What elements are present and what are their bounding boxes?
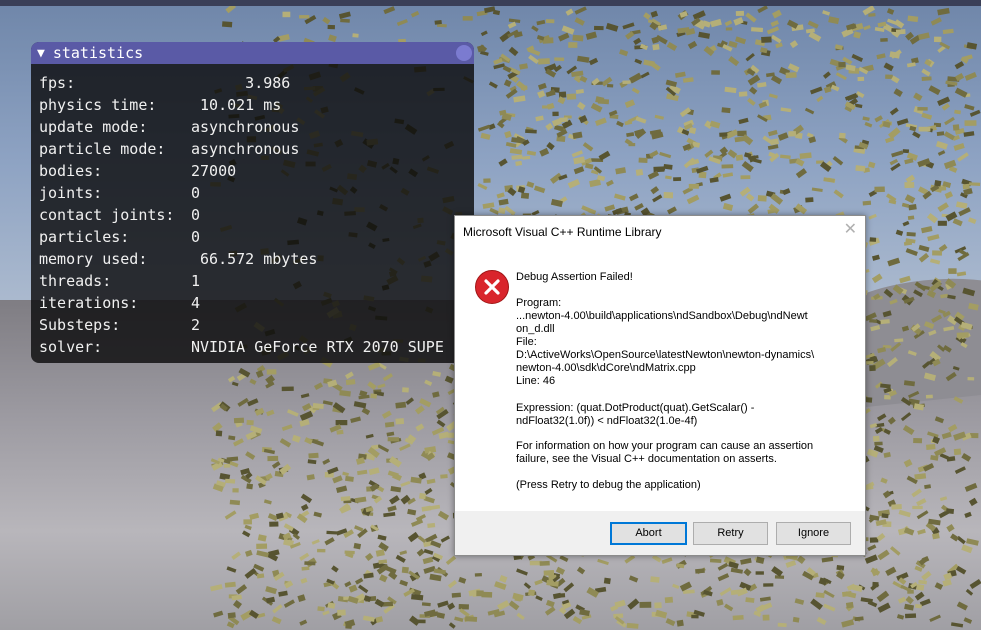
abort-button[interactable]: Abort: [610, 522, 687, 545]
assertion-info: For information on how your program can …: [516, 440, 814, 465]
stat-label: memory used:: [39, 250, 148, 268]
stat-value: 3.986: [191, 74, 291, 92]
program-path: ...newton-4.00\build\applications\ndSand…: [516, 310, 808, 335]
stat-label: iterations:: [39, 294, 139, 312]
dialog-button-bar: Abort Retry Ignore: [455, 511, 865, 555]
statistics-panel[interactable]: ▼ statistics fps: 3.986 physics time: 10.…: [31, 42, 474, 363]
close-icon[interactable]: ✕: [844, 221, 857, 239]
stat-label: fps:: [39, 74, 76, 92]
stat-value: NVIDIA GeForce RTX 2070 SUPE: [191, 338, 444, 356]
stat-label: physics time:: [39, 96, 157, 114]
stat-label: Substeps:: [39, 316, 121, 334]
stat-value: 0: [191, 206, 201, 224]
window-top-bar: [0, 0, 981, 6]
stat-row: solver: NVIDIA GeForce RTX 2070 SUPE: [39, 336, 444, 358]
stat-row: contact joints: 0: [39, 204, 200, 226]
dialog-heading: Debug Assertion Failed!: [516, 271, 633, 283]
dialog-title: Microsoft Visual C++ Runtime Library: [463, 225, 662, 239]
stat-value: 10.021 ms: [191, 96, 282, 114]
stat-row: Substeps: 2: [39, 314, 200, 336]
file-path: D:\ActiveWorks\OpenSource\latestNewton\n…: [516, 349, 815, 374]
assertion-expression: Expression: (quat.DotProduct(quat).GetSc…: [516, 402, 755, 427]
stat-row: particles: 0: [39, 226, 200, 248]
stat-value: 1: [191, 272, 201, 290]
statistics-panel-header[interactable]: ▼ statistics: [31, 42, 474, 64]
stat-row: joints: 0: [39, 182, 200, 204]
runtime-error-dialog: Microsoft Visual C++ Runtime Library ✕ D…: [454, 215, 866, 556]
stat-value: 66.572 mbytes: [191, 250, 318, 268]
error-icon: [475, 270, 509, 304]
stat-label: solver:: [39, 338, 103, 356]
stat-row: memory used: 66.572 mbytes: [39, 248, 317, 270]
stat-value: asynchronous: [191, 118, 300, 136]
collapse-triangle-icon[interactable]: ▼: [37, 46, 45, 61]
line-number: Line: 46: [516, 375, 556, 387]
stat-label: particles:: [39, 228, 130, 246]
stat-value: 0: [191, 228, 201, 246]
ignore-button[interactable]: Ignore: [776, 522, 851, 545]
stat-label: update mode:: [39, 118, 148, 136]
statistics-title: statistics: [52, 44, 144, 62]
stat-row: update mode: asynchronous: [39, 116, 299, 138]
stat-row: particle mode: asynchronous: [39, 138, 299, 160]
stat-label: particle mode:: [39, 140, 166, 158]
retry-hint: (Press Retry to debug the application): [516, 479, 701, 491]
stat-row: bodies: 27000: [39, 160, 236, 182]
stat-value: 4: [191, 294, 201, 312]
stat-label: threads:: [39, 272, 112, 290]
stat-row: threads: 1: [39, 270, 200, 292]
stat-row: iterations: 4: [39, 292, 200, 314]
stat-row: physics time: 10.021 ms: [39, 94, 281, 116]
stat-label: joints:: [39, 184, 103, 202]
stat-row: fps: 3.986: [39, 72, 290, 94]
stat-label: bodies:: [39, 162, 103, 180]
program-label: Program:: [516, 297, 562, 309]
stat-value: 2: [191, 316, 201, 334]
stat-label: contact joints:: [39, 206, 175, 224]
stat-value: 0: [191, 184, 201, 202]
retry-button[interactable]: Retry: [693, 522, 768, 545]
stat-value: 27000: [191, 162, 237, 180]
panel-resize-knob[interactable]: [456, 45, 472, 61]
stat-value: asynchronous: [191, 140, 300, 158]
file-label: File:: [516, 336, 537, 348]
